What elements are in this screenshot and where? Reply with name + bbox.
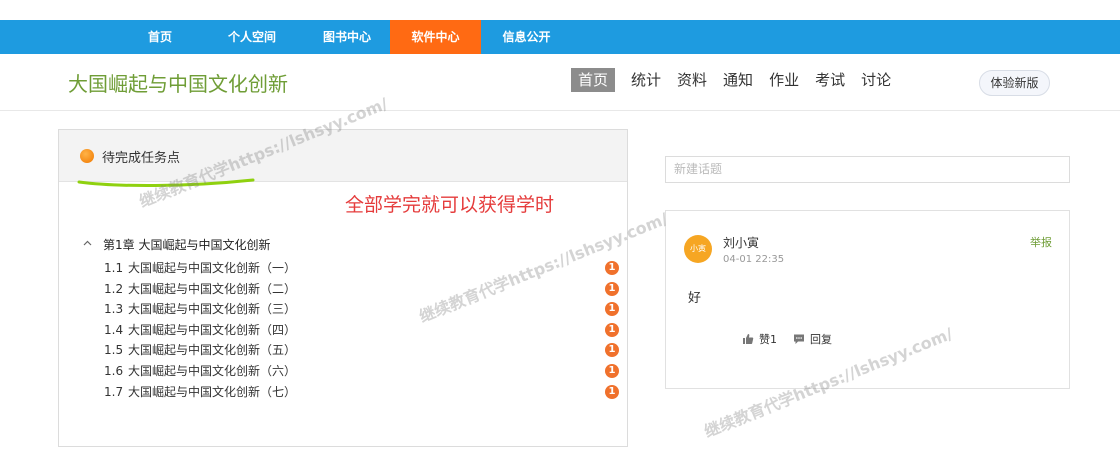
- sub-nav-statistics[interactable]: 统计: [631, 68, 661, 92]
- annotation-text: 全部学完就可以获得学时: [345, 194, 555, 216]
- sub-nav-materials[interactable]: 资料: [677, 68, 707, 92]
- lesson-title[interactable]: 大国崛起与中国文化创新（四）: [128, 323, 296, 337]
- report-link[interactable]: 举报: [1030, 234, 1052, 250]
- lesson-item[interactable]: 1.2 大国崛起与中国文化创新（二） 1: [104, 279, 619, 300]
- lesson-title[interactable]: 大国崛起与中国文化创新（六）: [128, 364, 296, 378]
- course-title: 大国崛起与中国文化创新: [68, 72, 288, 96]
- pending-count-badge: 1: [605, 363, 619, 378]
- lesson-item[interactable]: 1.3 大国崛起与中国文化创新（三） 1: [104, 299, 619, 320]
- thumbs-up-icon: [743, 334, 754, 344]
- sub-nav-home[interactable]: 首页: [571, 68, 616, 92]
- top-nav-info-public[interactable]: 信息公开: [481, 20, 572, 54]
- post-body: 好: [688, 291, 702, 306]
- sub-nav-exams[interactable]: 考试: [815, 68, 845, 92]
- pending-count-badge: 1: [605, 261, 619, 275]
- top-nav-software-center[interactable]: 软件中心: [390, 20, 481, 54]
- sub-nav-discussion[interactable]: 讨论: [861, 68, 891, 92]
- new-topic-input[interactable]: 新建话题: [665, 156, 1070, 183]
- lesson-item[interactable]: 1.4 大国崛起与中国文化创新（四） 1: [104, 320, 619, 341]
- lesson-title[interactable]: 大国崛起与中国文化创新（二）: [128, 282, 296, 296]
- sub-nav-homework[interactable]: 作业: [769, 68, 799, 92]
- like-button[interactable]: 赞1: [742, 331, 777, 347]
- orange-dot-icon: [80, 149, 94, 163]
- pending-tasks-panel: 待完成任务点 第1章 大国崛起与中国文化创新 1.1 大国崛起与中国文化创新（一）…: [58, 129, 628, 447]
- comment-icon: [794, 334, 804, 344]
- lesson-title[interactable]: 大国崛起与中国文化创新（七）: [128, 385, 296, 399]
- like-count: 赞1: [759, 333, 777, 346]
- top-nav-personal-space[interactable]: 个人空间: [200, 20, 304, 54]
- page: 首页 个人空间 图书中心 软件中心 信息公开 大国崛起与中国文化创新 首页 统计…: [0, 0, 1120, 461]
- lesson-title[interactable]: 大国崛起与中国文化创新（五）: [128, 343, 296, 357]
- top-nav-bar: 首页 个人空间 图书中心 软件中心 信息公开: [0, 20, 1120, 54]
- avatar[interactable]: 小寅: [684, 235, 712, 263]
- lesson-title[interactable]: 大国崛起与中国文化创新（一）: [128, 261, 296, 275]
- post-author[interactable]: 刘小寅: [723, 234, 759, 251]
- pending-count-badge: 1: [605, 384, 619, 399]
- lesson-list: 1.1 大国崛起与中国文化创新（一） 1 1.2 大国崛起与中国文化创新（二） 1 1.…: [104, 258, 619, 402]
- lesson-item[interactable]: 1.5 大国崛起与中国文化创新（五） 1: [104, 340, 619, 361]
- lesson-title[interactable]: 大国崛起与中国文化创新（三）: [128, 302, 296, 316]
- pending-tasks-title: 待完成任务点: [102, 151, 181, 166]
- pending-count-badge: 1: [605, 302, 619, 317]
- course-sub-nav: 首页 统计 资料 通知 作业 考试 讨论: [571, 68, 907, 92]
- green-underline-mark: [77, 178, 255, 188]
- lesson-item[interactable]: 1.6 大国崛起与中国文化创新（六） 1: [104, 361, 619, 382]
- lesson-item[interactable]: 1.1 大国崛起与中国文化创新（一） 1: [104, 258, 619, 279]
- top-nav-home[interactable]: 首页: [120, 20, 200, 54]
- reply-button[interactable]: 回复: [793, 331, 832, 347]
- sub-nav-notices[interactable]: 通知: [723, 68, 753, 92]
- post-timestamp: 04-01 22:35: [723, 254, 785, 265]
- top-nav: 首页 个人空间 图书中心 软件中心 信息公开: [120, 20, 572, 54]
- try-new-version-button[interactable]: 体验新版: [979, 70, 1050, 96]
- pending-count-badge: 1: [605, 343, 619, 358]
- chapter-row[interactable]: 第1章 大国崛起与中国文化创新: [83, 236, 270, 253]
- top-nav-book-center[interactable]: 图书中心: [304, 20, 390, 54]
- course-header: 大国崛起与中国文化创新 首页 统计 资料 通知 作业 考试 讨论 体验新版: [0, 54, 1120, 111]
- post-actions: 赞1 回复: [742, 331, 848, 347]
- chevron-up-icon[interactable]: [83, 238, 93, 249]
- chapter-title: 第1章 大国崛起与中国文化创新: [103, 238, 271, 252]
- reply-label: 回复: [810, 333, 832, 346]
- lesson-item[interactable]: 1.7 大国崛起与中国文化创新（七） 1: [104, 382, 619, 403]
- pending-count-badge: 1: [605, 281, 619, 296]
- pending-count-badge: 1: [605, 322, 619, 337]
- pending-tasks-header: 待完成任务点: [59, 130, 627, 188]
- discussion-post: 小寅 刘小寅 04-01 22:35 举报 好 赞1 回复: [665, 210, 1070, 389]
